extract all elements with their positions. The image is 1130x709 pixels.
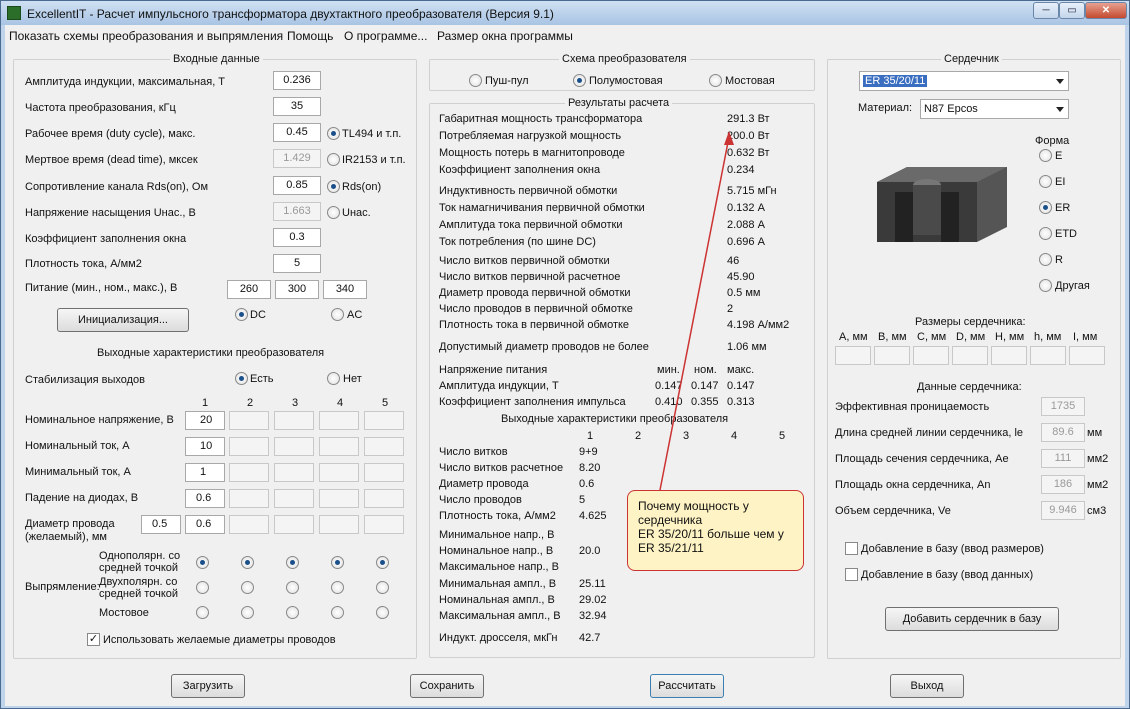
window-title: ExcellentIT - Расчет импульсного трансфо… (27, 7, 554, 21)
minimize-button[interactable]: ─ (1033, 2, 1059, 19)
client-area: Показать схемы преобразования и выпрямле… (5, 25, 1125, 706)
callout-line-4: ER 35/21/11 (638, 541, 704, 555)
callout-line-2: сердечника (638, 513, 703, 527)
callout-line-1: Почему мощность у (638, 499, 749, 513)
annotation-callout: Почему мощность у сердечника ER 35/20/11… (627, 490, 804, 571)
annotation-arrow (659, 131, 734, 491)
close-button[interactable]: ✕ (1085, 2, 1127, 19)
callout-line-3: ER 35/20/11 больше чем у (638, 527, 784, 541)
title-bar[interactable]: ExcellentIT - Расчет импульсного трансфо… (1, 1, 1129, 25)
app-icon (7, 6, 21, 20)
maximize-button[interactable]: ▭ (1059, 2, 1085, 19)
main-window: ExcellentIT - Расчет импульсного трансфо… (0, 0, 1130, 709)
